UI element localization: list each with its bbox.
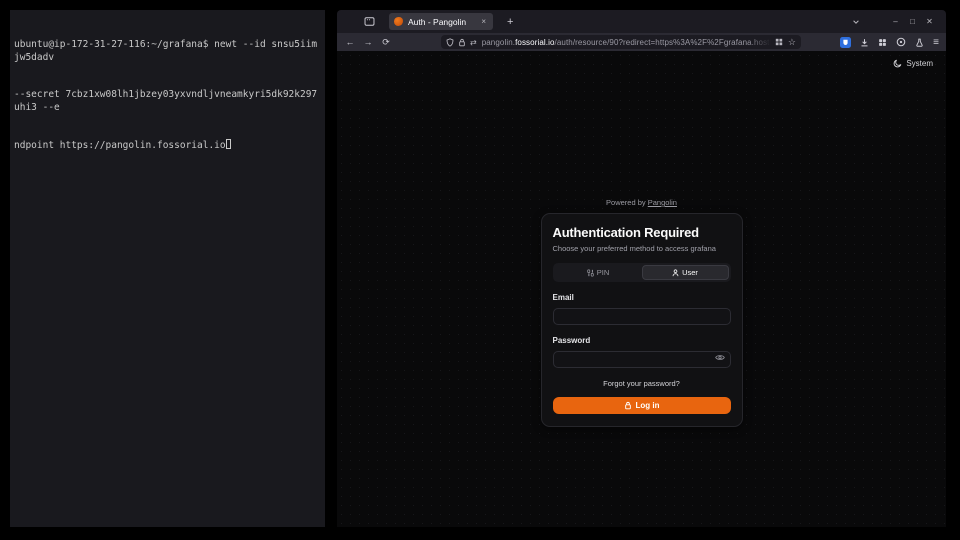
pangolin-link[interactable]: Pangolin bbox=[648, 198, 677, 207]
email-field[interactable] bbox=[553, 308, 731, 325]
adblock-circle-icon[interactable] bbox=[896, 37, 906, 47]
password-manager-extension-icon[interactable] bbox=[840, 37, 851, 48]
firefox-view-icon[interactable] bbox=[361, 14, 377, 30]
tabs-dropdown-icon[interactable] bbox=[852, 18, 869, 26]
tab-user[interactable]: User bbox=[642, 265, 729, 280]
powered-by: Powered by Pangolin bbox=[541, 198, 743, 207]
reload-button[interactable]: ⟳ bbox=[378, 37, 394, 48]
terminal-line: --secret 7cbz1xw08lh1jbzey03yxvndljvneam… bbox=[14, 89, 321, 114]
container-switch-icon[interactable]: ⇄ bbox=[470, 38, 477, 47]
forward-button[interactable]: → bbox=[360, 37, 376, 47]
login-button[interactable]: Log in bbox=[553, 397, 731, 414]
connection-lock-icon[interactable] bbox=[458, 38, 466, 47]
terminal-window[interactable]: ubuntu@ip-172-31-27-116:~/grafana$ newt … bbox=[10, 10, 325, 527]
tab-pin-label: PIN bbox=[597, 268, 610, 277]
pangolin-favicon bbox=[394, 17, 403, 26]
url-bar[interactable]: ⇄ pangolin.fossorial.io/auth/resource/90… bbox=[441, 35, 801, 49]
pin-binary-icon bbox=[587, 269, 594, 277]
page-action-grid-icon[interactable] bbox=[775, 38, 783, 46]
new-tab-button[interactable]: + bbox=[503, 16, 517, 28]
theme-toggle[interactable]: System bbox=[893, 59, 933, 68]
window-minimize-button[interactable]: – bbox=[887, 17, 904, 26]
back-button[interactable]: ← bbox=[342, 37, 358, 47]
forgot-password-link[interactable]: Forgot your password? bbox=[553, 379, 731, 388]
terminal-cursor bbox=[226, 139, 231, 149]
login-button-label: Log in bbox=[636, 401, 660, 410]
app-menu-icon[interactable]: ≡ bbox=[933, 37, 939, 48]
browser-toolbar: ← → ⟳ ⇄ pangolin.fossorial.io/auth/resou… bbox=[337, 33, 946, 51]
auth-card-subtitle: Choose your preferred method to access g… bbox=[553, 244, 731, 253]
window-close-button[interactable]: ✕ bbox=[921, 17, 938, 26]
auth-card: Authentication Required Choose your pref… bbox=[541, 213, 743, 427]
bookmark-star-icon[interactable]: ☆ bbox=[788, 37, 796, 48]
auth-card-title: Authentication Required bbox=[553, 225, 731, 240]
browser-tab-auth-pangolin[interactable]: Auth - Pangolin × bbox=[389, 13, 493, 30]
browser-window: Auth - Pangolin × + – □ ✕ ← → ⟳ ⇄ bbox=[337, 10, 946, 527]
terminal-line: ndpoint https://pangolin.fossorial.io bbox=[14, 139, 321, 153]
browser-tabstrip: Auth - Pangolin × + – □ ✕ bbox=[337, 10, 946, 33]
user-icon bbox=[672, 269, 679, 277]
flask-extension-icon[interactable] bbox=[915, 38, 924, 47]
auth-method-tabs: PIN User bbox=[553, 263, 731, 282]
show-password-eye-icon[interactable] bbox=[715, 353, 725, 362]
login-lock-icon bbox=[624, 401, 632, 410]
tracking-protection-shield-icon[interactable] bbox=[446, 38, 454, 47]
terminal-line: ubuntu@ip-172-31-27-116:~/grafana$ newt … bbox=[14, 39, 321, 64]
extensions-grid-icon[interactable] bbox=[878, 38, 887, 47]
downloads-icon[interactable] bbox=[860, 38, 869, 47]
tab-user-label: User bbox=[682, 268, 698, 277]
password-label: Password bbox=[553, 336, 731, 345]
window-maximize-button[interactable]: □ bbox=[904, 17, 921, 26]
url-text: pangolin.fossorial.io/auth/resource/90?r… bbox=[482, 38, 771, 47]
tab-pin[interactable]: PIN bbox=[555, 265, 642, 280]
page-content: System Powered by Pangolin Authenticatio… bbox=[337, 51, 946, 527]
tab-title: Auth - Pangolin bbox=[408, 17, 479, 27]
theme-toggle-label: System bbox=[906, 59, 933, 68]
email-label: Email bbox=[553, 293, 731, 302]
password-field[interactable] bbox=[553, 351, 731, 368]
moon-icon bbox=[893, 59, 902, 68]
tab-close-icon[interactable]: × bbox=[479, 17, 488, 26]
